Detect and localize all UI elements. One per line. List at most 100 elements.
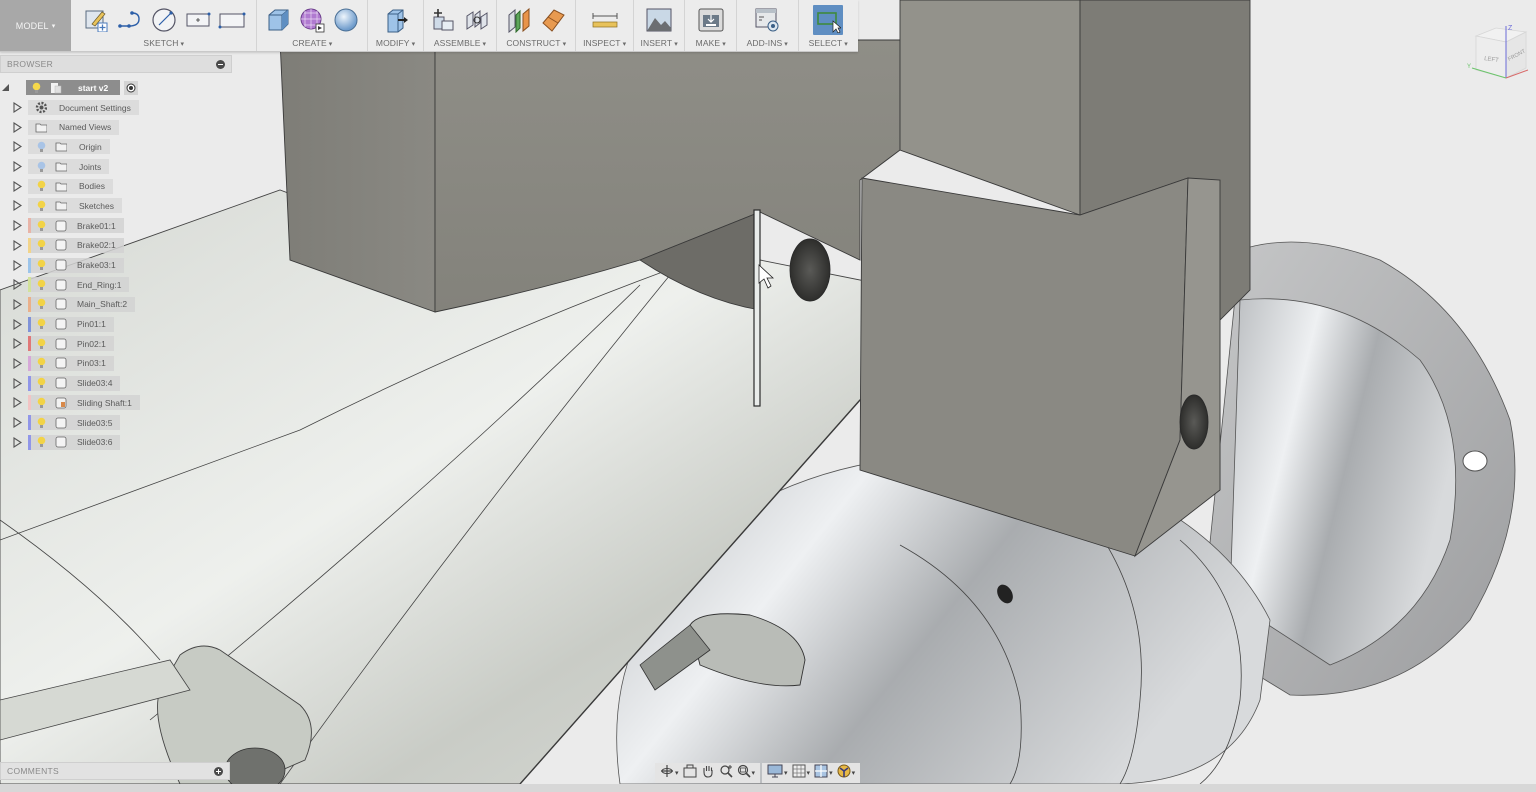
tree-node-named-views[interactable]: Named Views: [28, 119, 120, 135]
grid-button[interactable]: ▾: [792, 764, 810, 783]
tree-node-sketches[interactable]: Sketches: [28, 198, 122, 214]
tree-node-main-shaft-2[interactable]: Main_Shaft:2: [28, 296, 136, 312]
visibility-bulb-icon[interactable]: [35, 396, 47, 410]
line-arc-icon[interactable]: [116, 6, 144, 34]
addins-menu[interactable]: ADD-INS: [747, 38, 788, 48]
tree-node-end-ring-1[interactable]: End_Ring:1: [28, 277, 130, 293]
circle-icon[interactable]: [150, 6, 178, 34]
3d-print-icon[interactable]: [697, 6, 725, 34]
expand-caret-icon[interactable]: [12, 318, 22, 330]
tree-node-pin02-1[interactable]: Pin02:1: [28, 336, 114, 352]
expanded-caret-icon[interactable]: [2, 83, 12, 92]
tree-node-sliding-shaft-1[interactable]: Sliding Shaft:1: [28, 395, 140, 411]
expand-caret-icon[interactable]: [12, 200, 22, 212]
tree-node-brake01-1[interactable]: Brake01:1: [28, 218, 124, 234]
tree-node-pin03-1[interactable]: Pin03:1: [28, 355, 114, 371]
create-menu[interactable]: CREATE: [292, 38, 332, 48]
expand-caret-icon[interactable]: [12, 102, 22, 114]
visibility-bulb-icon[interactable]: [35, 140, 47, 154]
expand-caret-icon[interactable]: [12, 338, 22, 350]
expand-caret-icon[interactable]: [12, 121, 22, 133]
zoom-button[interactable]: [719, 764, 733, 783]
expand-caret-icon[interactable]: [12, 161, 22, 173]
expand-caret-icon[interactable]: [12, 377, 22, 389]
visibility-bulb-icon[interactable]: [35, 356, 47, 370]
selected-edge[interactable]: [753, 209, 761, 407]
viewcube[interactable]: LEFT FRONT Z Y: [1466, 18, 1534, 88]
visibility-bulb-icon[interactable]: [35, 219, 47, 233]
offset-plane-icon[interactable]: [505, 6, 533, 34]
expand-caret-icon[interactable]: [12, 180, 22, 192]
inspect-menu[interactable]: INSPECT: [583, 38, 626, 48]
visibility-bulb-icon[interactable]: [35, 435, 47, 449]
modify-menu[interactable]: MODIFY: [376, 38, 415, 48]
visibility-bulb-icon[interactable]: [35, 297, 47, 311]
zoom-window-button[interactable]: ▾: [737, 764, 755, 783]
collapse-browser-icon[interactable]: [216, 59, 225, 69]
expand-caret-icon[interactable]: [12, 357, 22, 369]
expand-caret-icon[interactable]: [12, 417, 22, 429]
expand-caret-icon[interactable]: [12, 298, 22, 310]
tree-node-document-settings[interactable]: Document Settings: [28, 100, 139, 116]
display-settings-button[interactable]: ▾: [767, 764, 788, 783]
expand-caret-icon[interactable]: [12, 239, 22, 251]
form-icon[interactable]: [298, 6, 326, 34]
new-component-icon[interactable]: [429, 6, 457, 34]
tree-node-slide03-6[interactable]: Slide03:6: [28, 434, 121, 450]
scripts-addins-icon[interactable]: [753, 6, 781, 34]
add-comment-icon[interactable]: [214, 766, 223, 776]
environment-button[interactable]: ▾: [837, 764, 855, 783]
visibility-bulb-icon[interactable]: [35, 238, 47, 252]
expand-caret-icon[interactable]: [12, 259, 22, 271]
tree-node-pin01-1[interactable]: Pin01:1: [28, 316, 114, 332]
expand-caret-icon[interactable]: [12, 397, 22, 409]
sketch-menu[interactable]: SKETCH: [143, 38, 184, 48]
look-at-button[interactable]: [683, 764, 697, 783]
activate-radio-icon[interactable]: [124, 80, 139, 95]
press-pull-icon[interactable]: [382, 6, 410, 34]
joint-icon[interactable]: [463, 6, 491, 34]
tree-node-bodies[interactable]: Bodies: [28, 178, 113, 194]
tree-node-brake02-1[interactable]: Brake02:1: [28, 237, 124, 253]
visibility-bulb-icon[interactable]: [35, 258, 47, 272]
visibility-bulb-icon[interactable]: [35, 416, 47, 430]
expand-caret-icon[interactable]: [12, 436, 22, 448]
visibility-bulb-icon[interactable]: [35, 317, 47, 331]
tree-node-joints[interactable]: Joints: [28, 159, 110, 175]
visibility-bulb-icon[interactable]: [30, 81, 42, 95]
insert-menu[interactable]: INSERT: [641, 38, 678, 48]
construct-menu[interactable]: CONSTRUCT: [506, 38, 566, 48]
visibility-bulb-icon[interactable]: [35, 160, 47, 174]
pan-button[interactable]: [701, 764, 715, 783]
sphere-icon[interactable]: [332, 6, 360, 34]
make-menu[interactable]: MAKE: [696, 38, 726, 48]
tree-root-node[interactable]: start v2: [26, 80, 121, 96]
assemble-menu[interactable]: ASSEMBLE: [434, 38, 486, 48]
visibility-bulb-icon[interactable]: [35, 179, 47, 193]
expand-caret-icon[interactable]: [12, 141, 22, 153]
tree-node-origin[interactable]: Origin: [28, 139, 110, 155]
workspace-switcher[interactable]: MODEL ▾: [0, 0, 72, 51]
measure-icon[interactable]: [591, 6, 619, 34]
viewports-button[interactable]: ▾: [814, 764, 833, 783]
visibility-bulb-icon[interactable]: [35, 199, 47, 213]
insert-image-icon[interactable]: [645, 6, 673, 34]
visibility-bulb-icon[interactable]: [35, 278, 47, 292]
visibility-bulb-icon[interactable]: [35, 337, 47, 351]
select-menu[interactable]: SELECT: [809, 38, 848, 48]
select-window-icon[interactable]: [813, 5, 844, 35]
tree-node-brake03-1[interactable]: Brake03:1: [28, 257, 124, 273]
rectangle-icon[interactable]: [218, 6, 246, 34]
expand-caret-icon[interactable]: [12, 279, 22, 291]
tree-node-slide03-5[interactable]: Slide03:5: [28, 415, 121, 431]
block-right[interactable]: [859, 0, 1251, 558]
rectangle-center-icon[interactable]: [184, 6, 212, 34]
create-sketch-icon[interactable]: [82, 6, 110, 34]
visibility-bulb-icon[interactable]: [35, 376, 47, 390]
toolbar-group-make: MAKE: [685, 0, 738, 51]
tree-node-slide03-4[interactable]: Slide03:4: [28, 375, 121, 391]
orbit-button[interactable]: ▾: [660, 764, 679, 783]
plane-angle-icon[interactable]: [539, 6, 567, 34]
expand-caret-icon[interactable]: [12, 220, 22, 232]
box-icon[interactable]: [264, 6, 292, 34]
